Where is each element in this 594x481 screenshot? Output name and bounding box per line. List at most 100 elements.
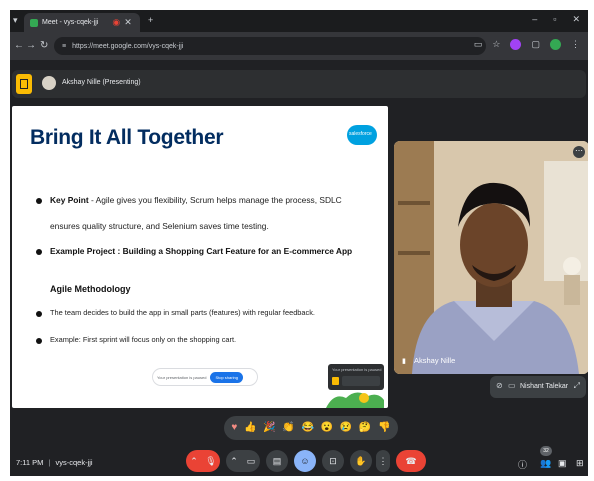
bullet-dot <box>36 338 42 344</box>
pause-text: Your presentation is paused <box>157 374 207 380</box>
camera-icon: ▭ <box>246 455 256 466</box>
key-point-line: Key Point - Agile gives you flexibility,… <box>50 195 342 205</box>
more-options-button[interactable]: ⋮ <box>376 450 390 472</box>
key-point-label: Key Point <box>50 195 89 205</box>
chat-icon[interactable]: ▣ <box>558 458 567 469</box>
pip-thumbnail <box>342 376 380 386</box>
example-line: Example Project : Building a Shopping Ca… <box>50 246 352 256</box>
meeting-code: vys-cqek-jji <box>55 458 93 467</box>
video-options-button[interactable]: ⌃ <box>226 450 242 472</box>
audio-options-button[interactable]: ⌃ <box>186 450 202 472</box>
presenter-label: Akshay Nille (Presenting) <box>62 79 141 86</box>
meet-favicon-icon <box>30 18 38 27</box>
key-point-text: - Agile gives you flexibility, Scrum hel… <box>88 195 342 205</box>
participant-name: Nishant Talekar <box>520 383 569 390</box>
more-icon: ⋮ <box>378 455 388 466</box>
separator: | <box>48 458 51 467</box>
clock-text: 7:11 PM <box>16 458 44 467</box>
present-screen-icon: ⊡ <box>329 455 337 466</box>
back-arrow-icon[interactable]: ← <box>14 40 24 51</box>
bullet-1: The team decides to build the app in sma… <box>50 308 315 317</box>
mic-off-button[interactable]: 🎙 <box>202 450 220 472</box>
reload-icon[interactable]: ↻ <box>40 40 48 51</box>
present-icon[interactable] <box>16 74 32 94</box>
participant-name: Akshay Nille <box>414 356 456 365</box>
mic-off-icon: 🎙 <box>205 455 217 466</box>
reaction-laugh-icon[interactable]: 😂 <box>301 423 313 433</box>
present-icon <box>332 377 339 385</box>
tab-record-icon: ◉ <box>112 17 121 27</box>
close-tab-icon[interactable]: ✕ <box>124 18 132 27</box>
logo-text: salesforce <box>349 131 372 137</box>
minimize-icon[interactable]: – <box>532 14 537 25</box>
site-info-icon[interactable]: ≡ <box>62 43 66 50</box>
participant-count-badge: 32 <box>540 446 552 456</box>
camera-button[interactable]: ▭ <box>242 450 260 472</box>
reaction-party-icon[interactable]: 🎉 <box>263 423 275 433</box>
mic-off-icon: ⊘ <box>496 381 503 390</box>
bullet-2: Example: First sprint will focus only on… <box>50 335 237 344</box>
reaction-sad-icon[interactable]: 😢 <box>340 423 352 433</box>
people-icon[interactable]: 👥 <box>540 458 551 469</box>
meeting-control-bar: 7:11 PM | vys-cqek-jji ⌃ 🎙 ⌃ ▭ ▤ ☺ ⊡ ✋ ⋮… <box>10 446 588 476</box>
reaction-heart-icon[interactable]: ♥ <box>231 423 237 433</box>
leave-call-button[interactable]: ☎ <box>396 450 426 472</box>
emoji-button[interactable]: ☺ <box>294 450 316 472</box>
avatar <box>42 76 56 90</box>
window-controls: – ▫ ✕ <box>532 14 580 25</box>
maximize-icon[interactable]: ▫ <box>553 14 556 25</box>
emoji-icon: ☺ <box>300 456 310 466</box>
reaction-thinking-icon[interactable]: 🤔 <box>359 423 371 433</box>
browser-tab[interactable]: Meet - vys-cqek-jji ◉ ✕ <box>24 13 140 32</box>
salesforce-logo: salesforce <box>347 125 377 145</box>
meeting-time: 7:11 PM | vys-cqek-jji <box>16 458 93 467</box>
toolbar-actions: ▭ ☆ ▢ ⋮ <box>474 39 580 50</box>
close-window-icon[interactable]: ✕ <box>572 14 580 25</box>
tab-search-icon[interactable]: ▾ <box>13 16 18 25</box>
slide-decoration <box>326 392 384 408</box>
slide-subheading: Agile Methodology <box>50 284 131 294</box>
profile-icon[interactable] <box>550 39 561 50</box>
browser-tab-bar: ▾ Meet - vys-cqek-jji ◉ ✕ + – ▫ ✕ <box>10 10 588 32</box>
participant-video <box>394 141 588 374</box>
captions-button[interactable]: ▤ <box>266 450 288 472</box>
extensions-icon[interactable]: ▢ <box>531 40 540 49</box>
captions-icon: ▤ <box>272 455 282 466</box>
leave-call-icon: ☎ <box>405 455 417 466</box>
meet-window: ▾ Meet - vys-cqek-jji ◉ ✕ + – ▫ ✕ ← → ↻ … <box>10 10 588 476</box>
pip-text: Your presentation is paused <box>332 367 382 372</box>
bullet-dot <box>36 249 42 255</box>
raise-hand-button[interactable]: ✋ <box>350 450 372 472</box>
mic-indicator-icon: ▮ <box>402 358 406 365</box>
camera-off-icon: ▭ <box>508 381 516 390</box>
expand-icon[interactable]: ⤢ <box>574 382 580 390</box>
more-options-icon[interactable]: ⋯ <box>573 146 585 158</box>
reaction-surprised-icon[interactable]: 😮 <box>321 423 333 433</box>
stop-sharing-button[interactable]: Stop sharing <box>210 371 243 383</box>
bullet-dot <box>36 311 42 317</box>
participant-tile-secondary[interactable]: ⊘ ▭ Nishant Talekar ⤢ <box>490 376 586 398</box>
browser-toolbar: ← → ↻ ≡ https://meet.google.com/vys-cqek… <box>10 32 588 60</box>
present-button[interactable]: ⊡ <box>322 450 344 472</box>
url-text: https://meet.google.com/vys-cqek-jji <box>72 42 184 50</box>
raise-hand-icon: ✋ <box>355 455 367 466</box>
slide-title: Bring It All Together <box>30 126 224 149</box>
star-icon[interactable]: ☆ <box>492 40 500 49</box>
reaction-thumbs-down-icon[interactable]: 👎 <box>378 423 390 433</box>
tab-title: Meet - vys-cqek-jji <box>42 19 99 26</box>
more-icon[interactable]: ⋮ <box>571 40 580 49</box>
cast-icon[interactable]: ▭ <box>474 40 483 49</box>
new-tab-icon[interactable]: + <box>148 16 153 25</box>
extension-icon[interactable] <box>510 39 522 50</box>
activities-icon[interactable]: ⊞ <box>576 458 584 469</box>
participant-tile-main[interactable]: ⋯ ▮ Akshay Nille <box>394 141 588 374</box>
example-text: : Building a Shopping Cart Feature for a… <box>115 246 353 256</box>
presentation-slide: Bring It All Together salesforce Key Poi… <box>12 106 388 408</box>
reaction-clap-icon[interactable]: 👏 <box>282 423 294 433</box>
forward-arrow-icon[interactable]: → <box>26 40 36 51</box>
presentation-paused-bar: Your presentation is paused Stop sharing <box>152 368 258 386</box>
address-bar[interactable]: ≡ https://meet.google.com/vys-cqek-jji <box>54 37 486 55</box>
key-point-line-2: ensures quality structure, and Selenium … <box>50 221 269 231</box>
reaction-thumbs-up-icon[interactable]: 👍 <box>244 423 256 433</box>
info-icon[interactable]: ⓘ <box>518 458 527 471</box>
